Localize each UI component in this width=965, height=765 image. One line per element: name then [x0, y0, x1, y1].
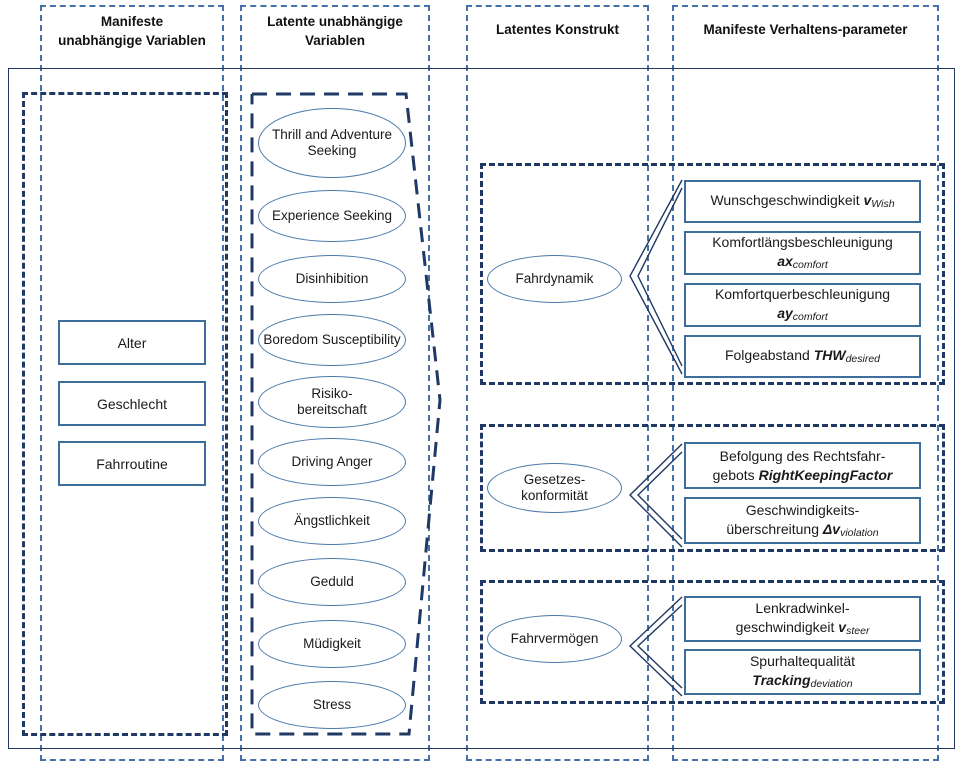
- latent-variable-ellipse[interactable]: Stress: [258, 681, 406, 729]
- construct-ellipse-fahrvermoegen[interactable]: Fahrvermögen: [487, 615, 622, 663]
- behaviour-parameter-label: Lenkradwinkel-geschwindigkeit vsteer: [735, 600, 870, 637]
- behaviour-parameter-box[interactable]: Geschwindigkeits-überschreitung Δvviolat…: [684, 497, 921, 544]
- behaviour-parameter-box[interactable]: Lenkradwinkel-geschwindigkeit vsteer: [684, 596, 921, 642]
- diagram-canvas: Manifeste unabhängige Variablen Latente …: [0, 0, 965, 765]
- behaviour-parameter-label: Komfortquerbeschleunigung aycomfort: [714, 286, 891, 323]
- behaviour-parameter-label: Geschwindigkeits-überschreitung Δvviolat…: [726, 501, 879, 539]
- latent-variable-label: Experience Seeking: [271, 207, 393, 223]
- latent-variable-ellipse[interactable]: Experience Seeking: [258, 190, 406, 242]
- latent-variable-label: Disinhibition: [295, 270, 369, 286]
- behaviour-parameter-label: Befolgung des Rechtsfahr-gebots RightKee…: [712, 447, 893, 483]
- latent-variable-label: Müdigkeit: [303, 635, 361, 651]
- latent-variable-label: Boredom Susceptibility: [263, 331, 401, 347]
- behaviour-parameter-box[interactable]: Komfortquerbeschleunigung aycomfort: [684, 283, 921, 327]
- latent-variable-label: Driving Anger: [291, 453, 373, 469]
- behaviour-parameter-label: Spurhaltequalität Trackingdeviation: [749, 653, 856, 690]
- latent-variable-label: Geduld: [310, 573, 354, 589]
- construct-label: Gesetzes- konformität: [521, 471, 588, 504]
- construct-label: Fahrdynamik: [515, 270, 594, 286]
- latent-variable-ellipse[interactable]: Boredom Susceptibility: [258, 314, 406, 366]
- behaviour-parameter-box[interactable]: Befolgung des Rechtsfahr-gebots RightKee…: [684, 442, 921, 489]
- behaviour-parameter-box[interactable]: Wunschgeschwindigkeit vWish: [684, 180, 921, 223]
- latent-variable-ellipse[interactable]: Thrill and Adventure Seeking: [258, 108, 406, 178]
- construct-ellipse-fahrdynamik[interactable]: Fahrdynamik: [487, 255, 622, 303]
- behaviour-parameter-box[interactable]: Komfortlängsbeschleunigung axcomfort: [684, 231, 921, 275]
- construct-label: Fahrvermögen: [510, 630, 599, 646]
- construct-ellipse-gesetzeskonformitaet[interactable]: Gesetzes- konformität: [487, 463, 622, 513]
- behaviour-parameter-box[interactable]: Folgeabstand THWdesired: [684, 335, 921, 378]
- latent-variable-ellipse[interactable]: Risiko- bereitschaft: [258, 376, 406, 428]
- latent-variable-ellipse[interactable]: Disinhibition: [258, 255, 406, 303]
- latent-variable-ellipse[interactable]: Driving Anger: [258, 438, 406, 486]
- latent-variable-ellipse[interactable]: Ängstlichkeit: [258, 497, 406, 545]
- behaviour-parameter-label: Komfortlängsbeschleunigung axcomfort: [712, 234, 893, 271]
- behaviour-parameter-box[interactable]: Spurhaltequalität Trackingdeviation: [684, 649, 921, 695]
- latent-variable-ellipse[interactable]: Geduld: [258, 558, 406, 606]
- behaviour-parameter-label: Folgeabstand THWdesired: [724, 347, 881, 365]
- bracket-gesetzeskonformitaet: [629, 443, 683, 548]
- latent-variable-label: Stress: [312, 696, 352, 712]
- latent-variable-ellipse[interactable]: Müdigkeit: [258, 620, 406, 668]
- bracket-fahrdynamik: [629, 179, 683, 375]
- behaviour-parameter-label: Wunschgeschwindigkeit vWish: [710, 192, 895, 210]
- latent-variable-label: Thrill and Adventure Seeking: [271, 126, 393, 159]
- latent-variable-label: Risiko- bereitschaft: [297, 385, 367, 418]
- latent-variable-label: Ängstlichkeit: [294, 512, 370, 528]
- bracket-fahrvermoegen: [628, 596, 683, 697]
